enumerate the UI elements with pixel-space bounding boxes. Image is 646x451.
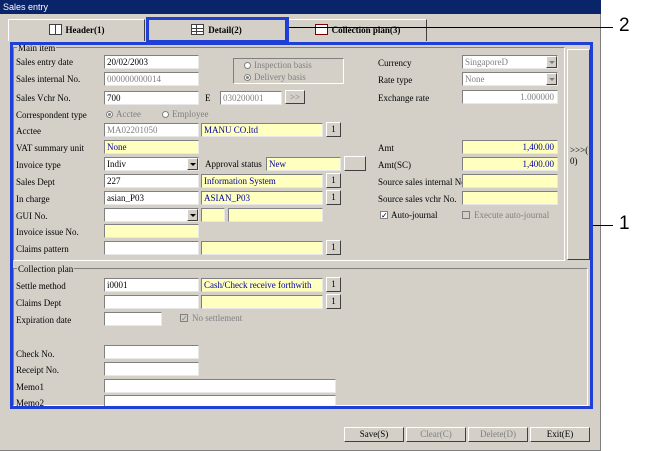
callout-leader-1 [593,225,613,226]
callout-leader-2 [289,27,613,28]
delete-button[interactable]: Delete(D) [468,427,528,442]
tab-header[interactable]: Header(1) [8,19,145,41]
window-title: Sales entry [0,0,601,14]
callout-box-detail-tab [146,17,289,43]
clear-button[interactable]: Clear(C) [406,427,466,442]
tab-header-label: Header(1) [65,25,105,35]
exit-button[interactable]: Exit(E) [530,427,590,442]
callout-number-2: 2 [619,15,630,36]
callout-box-detail-area [10,42,593,409]
tab-collection-plan[interactable]: Collection plan(3) [288,19,427,41]
save-button[interactable]: Save(S) [344,427,404,442]
book-icon [48,24,62,36]
callout-number-1: 1 [619,213,630,234]
